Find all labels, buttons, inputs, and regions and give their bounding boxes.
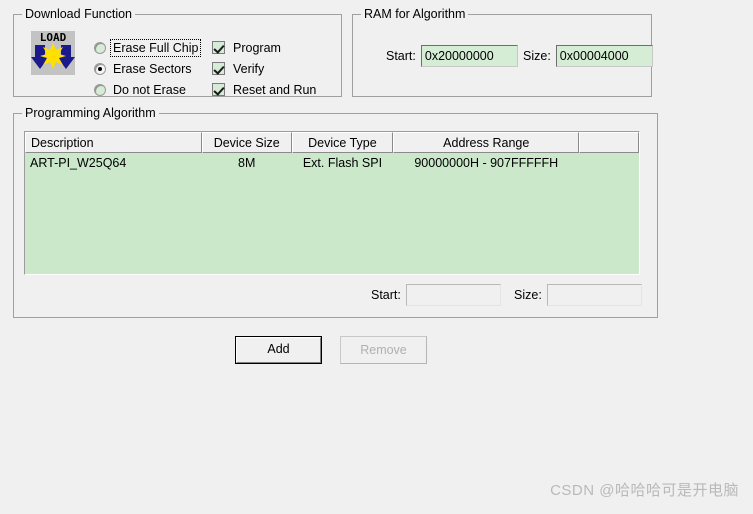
erase-option-group: Erase Full Chip Erase Sectors Do not Era…	[94, 37, 202, 100]
cell-description: ART-PI_W25Q64	[30, 156, 127, 170]
checkbox-reset-and-run-label: Reset and Run	[233, 82, 317, 97]
ram-size-input[interactable]	[555, 45, 653, 67]
checkbox-verify-label: Verify	[233, 61, 265, 76]
checkbox-verify[interactable]: Verify	[212, 58, 318, 79]
algorithm-start-label: Start:	[371, 288, 401, 302]
radio-erase-full-chip[interactable]: Erase Full Chip	[94, 37, 202, 58]
column-header-spacer[interactable]	[579, 132, 639, 153]
add-button[interactable]: Add	[235, 336, 322, 364]
programming-algorithm-title: Programming Algorithm	[22, 106, 159, 120]
algorithm-size-field: Size:	[514, 284, 642, 306]
radio-erase-sectors-label: Erase Sectors	[113, 61, 192, 76]
download-function-group: Download Function LOAD Erase Full Chip E…	[13, 7, 342, 100]
checkbox-program-indicator[interactable]	[212, 41, 225, 54]
checkbox-program-label: Program	[233, 40, 281, 55]
ram-start-label: Start:	[386, 49, 416, 63]
action-option-group: Program Verify Reset and Run	[212, 37, 318, 100]
add-button-label: Add	[236, 337, 321, 363]
ram-start-input[interactable]	[420, 45, 518, 67]
algorithm-size-input[interactable]	[546, 284, 642, 306]
radio-erase-sectors-indicator[interactable]	[94, 62, 106, 75]
ram-for-algorithm-group: RAM for Algorithm Start: Size:	[352, 7, 653, 97]
programming-algorithm-group: Programming Algorithm Description Device…	[13, 106, 658, 318]
cell-device-type: Ext. Flash SPI	[302, 156, 383, 170]
ram-size-field: Size:	[523, 45, 653, 67]
ram-start-field: Start:	[386, 45, 518, 67]
column-header-description[interactable]: Description	[25, 132, 202, 153]
remove-button[interactable]: Remove	[340, 336, 427, 364]
radio-erase-full-chip-label: Erase Full Chip	[109, 38, 202, 57]
table-row[interactable]: ART-PI_W25Q64 8M Ext. Flash SPI 90000000…	[25, 153, 639, 173]
download-function-title: Download Function	[22, 7, 136, 21]
table-header-row: Description Device Size Device Type Addr…	[25, 132, 639, 153]
radio-do-not-erase[interactable]: Do not Erase	[94, 79, 200, 100]
cell-device-size: 8M	[238, 156, 256, 170]
load-icon: LOAD	[31, 31, 75, 75]
cell-address-range: 90000000H - 907FFFFFH	[414, 156, 559, 170]
watermark-text: CSDN @哈哈哈可是开电脑	[550, 482, 739, 499]
checkbox-verify-indicator[interactable]	[212, 62, 225, 75]
radio-erase-full-chip-indicator[interactable]	[94, 41, 106, 54]
checkbox-reset-and-run-indicator[interactable]	[212, 83, 225, 96]
radio-do-not-erase-label: Do not Erase	[113, 82, 186, 97]
load-icon-graphic	[31, 43, 75, 69]
algorithm-size-label: Size:	[514, 288, 542, 302]
column-header-device-type[interactable]: Device Type	[291, 132, 394, 153]
ram-size-label: Size:	[523, 49, 551, 63]
programming-algorithm-list[interactable]: Description Device Size Device Type Addr…	[24, 131, 640, 275]
column-header-device-size[interactable]: Device Size	[201, 132, 292, 153]
algorithm-start-input[interactable]	[405, 284, 501, 306]
radio-do-not-erase-indicator[interactable]	[94, 83, 106, 96]
ram-for-algorithm-title: RAM for Algorithm	[361, 7, 469, 21]
column-header-address-range[interactable]: Address Range	[393, 132, 580, 153]
radio-erase-sectors[interactable]: Erase Sectors	[94, 58, 200, 79]
checkbox-program[interactable]: Program	[212, 37, 318, 58]
algorithm-start-field: Start:	[371, 284, 501, 306]
checkbox-reset-and-run[interactable]: Reset and Run	[212, 79, 318, 100]
